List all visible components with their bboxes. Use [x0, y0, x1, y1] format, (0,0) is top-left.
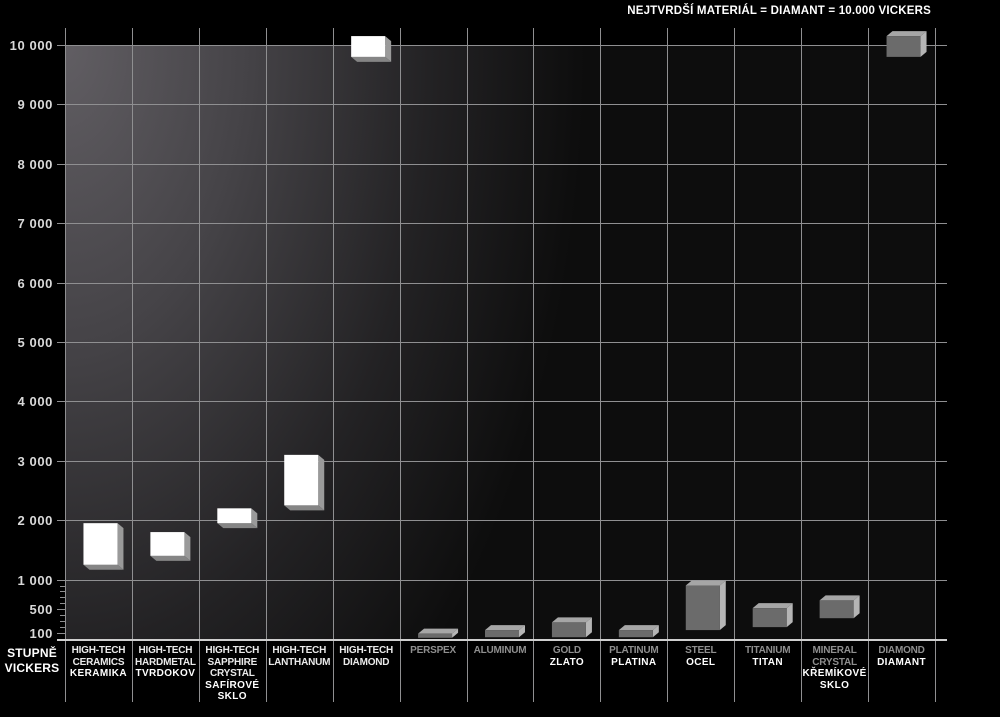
category-name-line: HIGH-TECH	[333, 645, 400, 657]
category-name-line: DIAMOND	[333, 657, 400, 669]
x-axis-category-labels: HIGH-TECHCERAMICSKERAMIKAHIGH-TECHHARDME…	[0, 0, 1000, 717]
category-label: HIGH-TECHHARDMETALTVRDOKOV	[132, 645, 199, 680]
category-name-line: SAPPHIRE	[199, 657, 266, 669]
category-label: HIGH-TECHDIAMOND	[333, 645, 400, 668]
category-name-line: HIGH-TECH	[132, 645, 199, 657]
category-name-line: HIGH-TECH	[65, 645, 132, 657]
category-label: GOLDZLATO	[533, 645, 600, 668]
category-label: STEELOCEL	[667, 645, 734, 668]
category-label: HIGH-TECHLANTHANUM	[266, 645, 333, 668]
category-translation-line: SKLO	[199, 691, 266, 703]
category-name-line: GOLD	[533, 645, 600, 657]
category-name-line: HARDMETAL	[132, 657, 199, 669]
category-label: DIAMONDDIAMANT	[868, 645, 935, 668]
category-name-line: STEEL	[667, 645, 734, 657]
category-label: HIGH-TECHCERAMICSKERAMIKA	[65, 645, 132, 680]
category-label: MINERALCRYSTALKŘEMÍKOVÉSKLO	[801, 645, 868, 691]
category-translation-line: OCEL	[667, 657, 734, 669]
category-translation-line: SAFÍROVÉ	[199, 680, 266, 692]
category-translation-line: DIAMANT	[868, 657, 935, 669]
category-name-line: ALUMINUM	[467, 645, 534, 657]
category-name-line: PLATINUM	[600, 645, 667, 657]
category-label: PLATINUMPLATINA	[600, 645, 667, 668]
category-translation-line: ZLATO	[533, 657, 600, 669]
category-name-line: MINERAL	[801, 645, 868, 657]
category-label: HIGH-TECHSAPPHIRECRYSTALSAFÍROVÉSKLO	[199, 645, 266, 703]
category-translation-line: SKLO	[801, 680, 868, 692]
category-label: TITANIUMTITAN	[734, 645, 801, 668]
category-name-line: HIGH-TECH	[266, 645, 333, 657]
category-translation-line: PLATINA	[600, 657, 667, 669]
category-translation-line: KŘEMÍKOVÉ	[801, 668, 868, 680]
category-name-line: CERAMICS	[65, 657, 132, 669]
category-label: ALUMINUM	[467, 645, 534, 657]
category-name-line: LANTHANUM	[266, 657, 333, 669]
category-translation-line: TITAN	[734, 657, 801, 669]
category-name-line: DIAMOND	[868, 645, 935, 657]
y-axis-title-line: VICKERS	[1, 661, 63, 676]
category-name-line: CRYSTAL	[199, 668, 266, 680]
y-axis-title-line: STUPNĚ	[1, 646, 63, 661]
category-label: PERSPEX	[400, 645, 467, 657]
vickers-hardness-chart: NEJTVRDŠÍ MATERIÁL = DIAMANT = 10.000 VI…	[0, 0, 1000, 717]
category-name-line: TITANIUM	[734, 645, 801, 657]
category-name-line: PERSPEX	[400, 645, 467, 657]
category-translation-line: TVRDOKOV	[132, 668, 199, 680]
y-axis-title: STUPNĚ VICKERS	[1, 646, 63, 675]
category-translation-line: KERAMIKA	[65, 668, 132, 680]
category-name-line: HIGH-TECH	[199, 645, 266, 657]
category-name-line: CRYSTAL	[801, 657, 868, 669]
